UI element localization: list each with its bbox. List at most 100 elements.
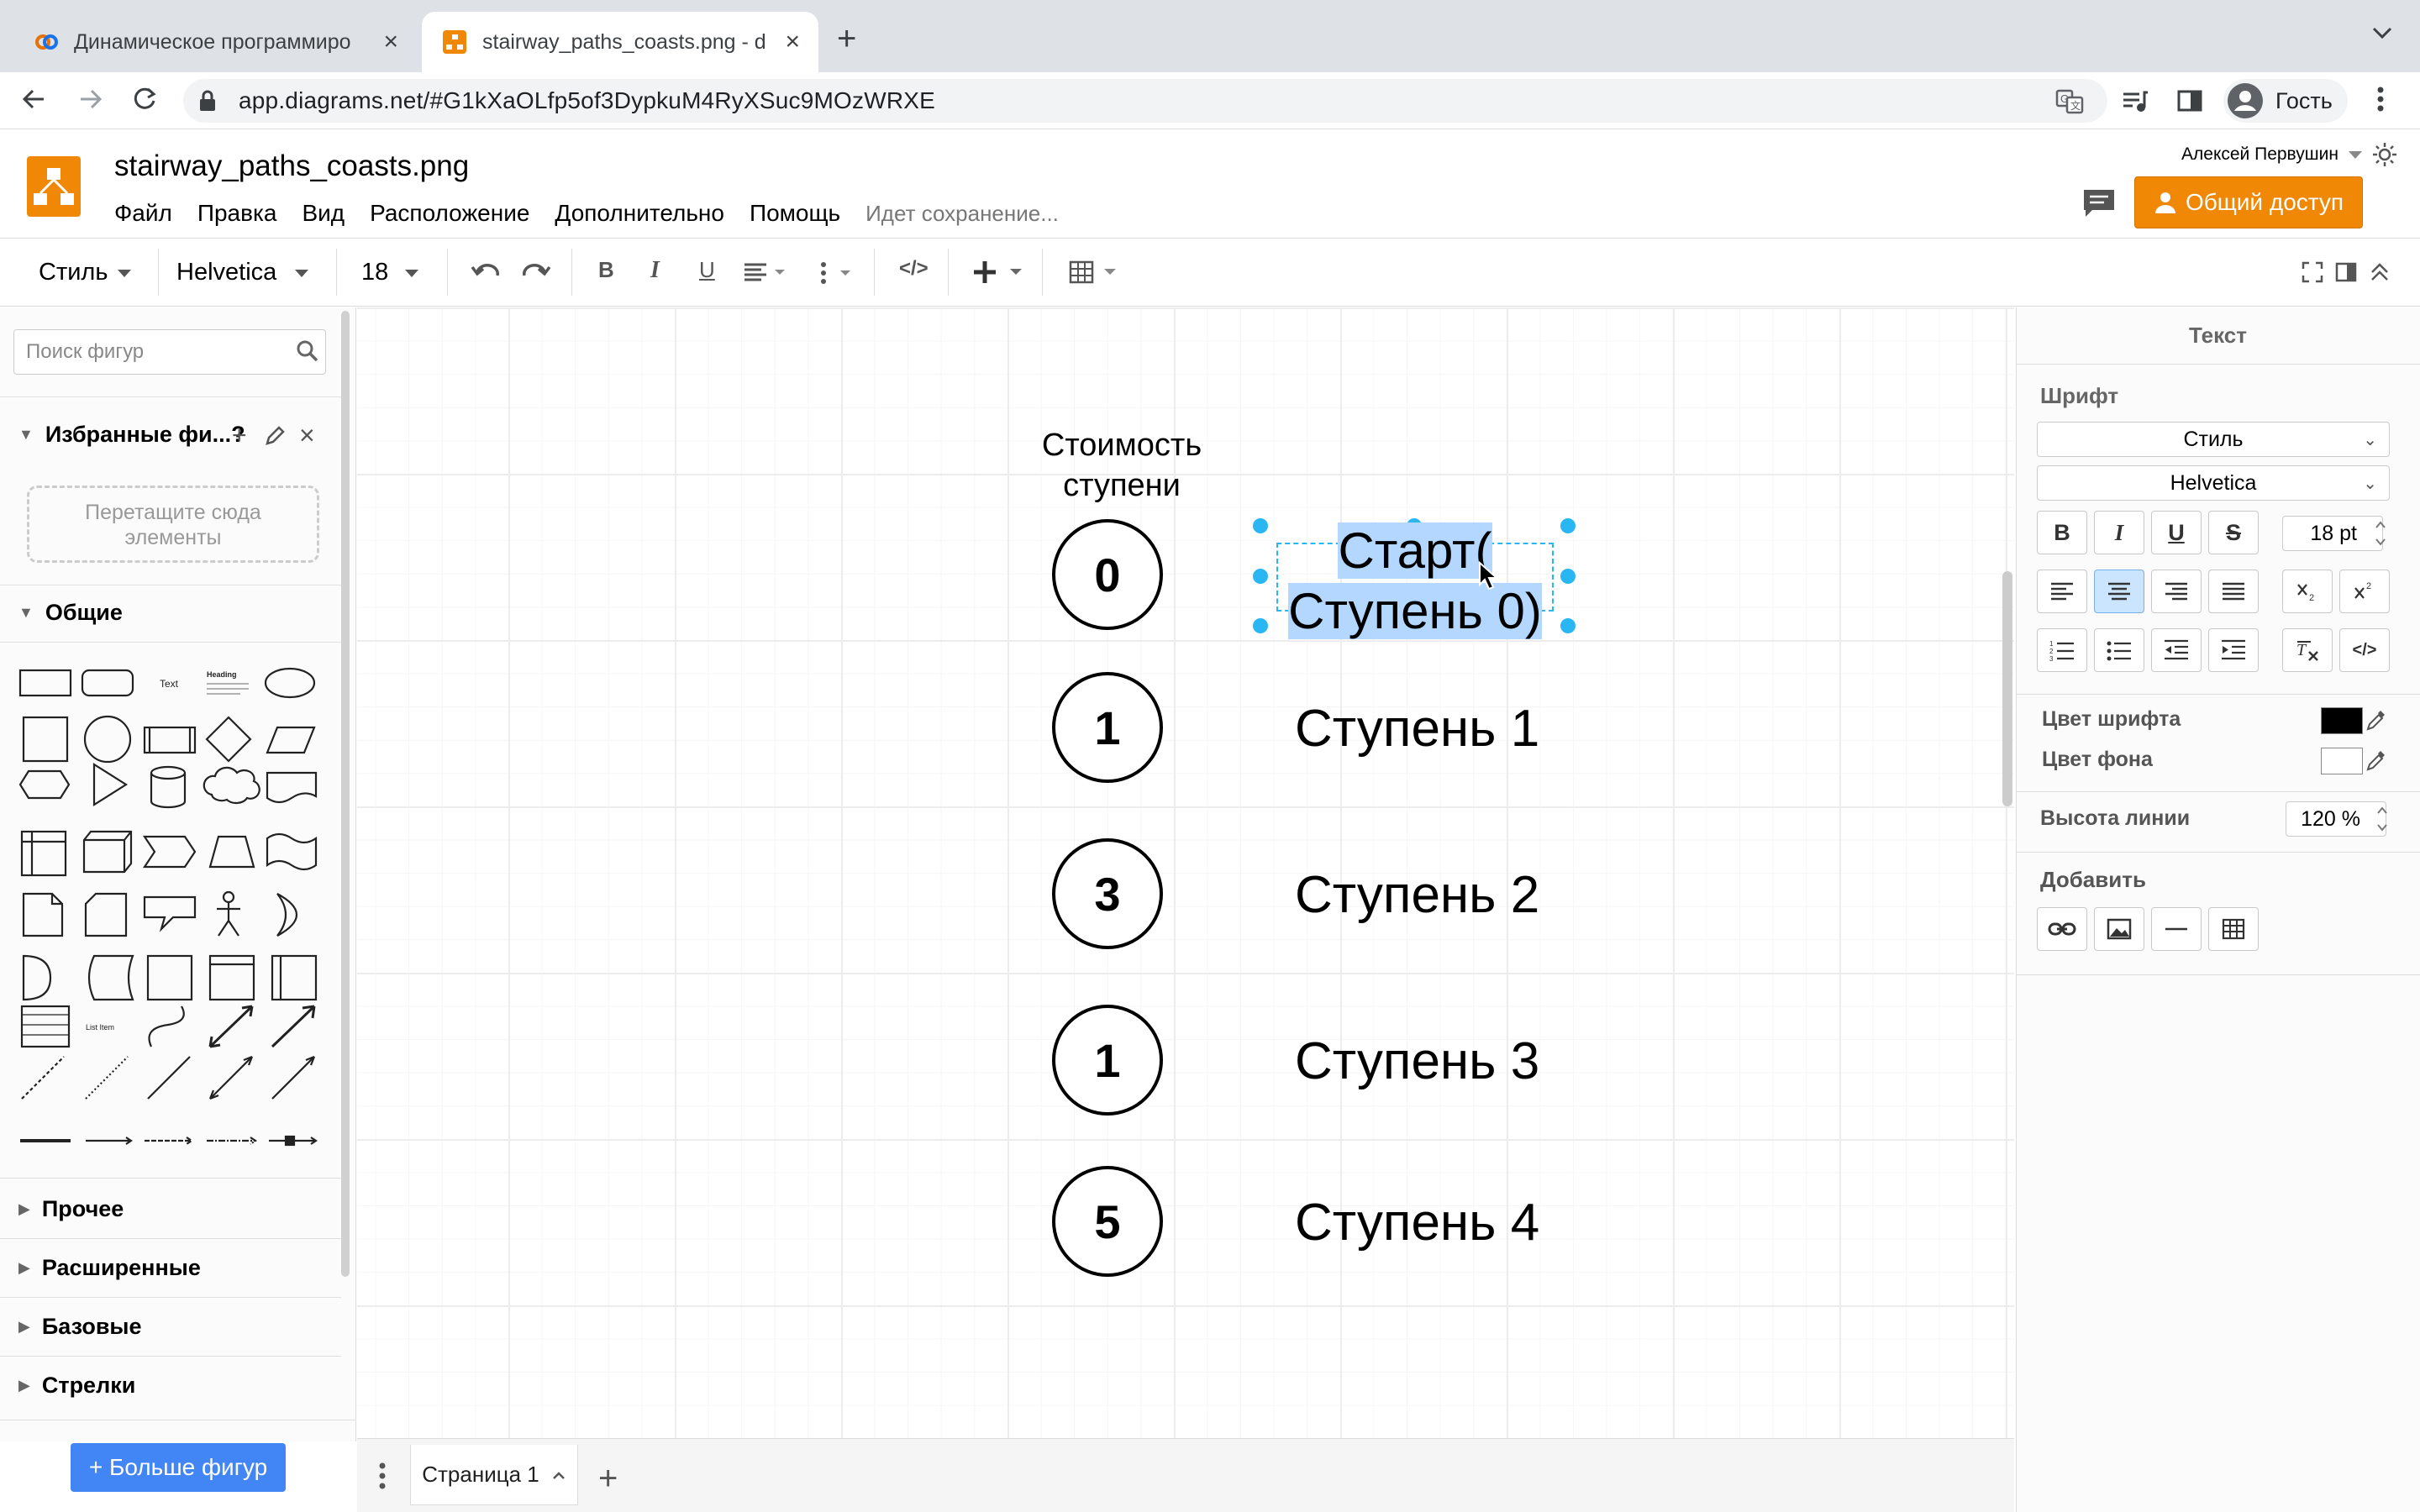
cost-circle[interactable]: 3 [1052,838,1163,949]
rounded-rectangle-shape-icon[interactable] [81,669,134,697]
line-shape-icon[interactable] [147,1056,191,1100]
bidirectional-connector-shape-icon[interactable] [208,1055,254,1100]
container-shape-icon[interactable] [146,954,193,1001]
data-storage-shape-icon[interactable] [87,954,134,1001]
arrows-section-header[interactable]: ▶ Стрелки [18,1373,135,1399]
page-tab[interactable]: Страница 1 [410,1445,578,1505]
note-shape-icon[interactable] [22,892,64,937]
search-icon[interactable] [296,339,319,363]
strikethrough-toggle[interactable]: S [2208,511,2259,554]
connector-label-shape-icon[interactable] [145,1137,193,1145]
step-label[interactable]: Ступень 3 [1295,1032,1539,1091]
menu-view[interactable]: Вид [302,200,345,227]
media-control-icon[interactable] [2121,87,2149,116]
cost-circle[interactable]: 0 [1052,519,1163,630]
line-height-input[interactable]: 120 % [2286,801,2386,837]
step-label[interactable]: Ступень 1 [1295,699,1539,759]
delay-shape-icon[interactable] [22,954,52,1001]
misc-section-header[interactable]: ▶ Прочее [18,1196,124,1222]
menu-file[interactable]: Файл [114,200,172,227]
bold-icon[interactable]: B [598,257,614,283]
underline-icon[interactable]: U [699,257,715,283]
step-label[interactable]: Ступень 2 [1295,865,1539,925]
numbered-list-button[interactable]: 123 [2037,628,2087,672]
cost-circle[interactable]: 1 [1052,672,1163,783]
align-left-button[interactable] [2037,570,2087,613]
insert-link-button[interactable] [2037,907,2087,951]
list-item-shape-icon[interactable]: List Item [86,1023,114,1032]
italic-toggle[interactable]: I [2094,511,2144,554]
theme-sun-icon[interactable] [2371,141,2398,168]
undo-icon[interactable] [471,260,501,284]
diagram-canvas[interactable]: Стоимость ступени 0 1 3 1 5 Старт( Ступе… [357,307,2014,1438]
card-shape-icon[interactable] [84,892,128,937]
lock-icon[interactable] [198,89,217,113]
font-dropdown[interactable]: Helvetica [176,259,309,286]
heading-shape-icon[interactable]: Heading [207,670,237,679]
step-label[interactable]: Ступень 4 [1295,1193,1539,1252]
swimlane-shape-icon[interactable] [208,954,255,1001]
user-name[interactable]: Алексей Первушин [2181,144,2362,165]
canvas-vertical-scrollbar[interactable] [2002,571,2012,806]
shape-palette[interactable]: Text Heading List Item [17,659,319,1154]
line-height-stepper-icon[interactable] [2375,801,2390,837]
format-panel-toggle-icon[interactable] [2334,260,2358,284]
side-panel-icon[interactable] [2176,87,2203,114]
collapse-toolbar-icon[interactable] [2368,260,2391,284]
favorites-section-header[interactable]: ▼ Избранные фи...? [18,422,245,448]
color-picker-icon[interactable] [2365,709,2386,732]
hexagon-shape-icon[interactable] [18,769,71,800]
trapezoid-shape-icon[interactable] [208,835,255,869]
cylinder-shape-icon[interactable] [150,765,187,809]
selected-text-shape[interactable]: Старт( Ступень 0) [1260,521,1570,642]
dashed-line-shape-icon[interactable] [21,1056,65,1100]
tab-list-chevron-icon[interactable] [2371,25,2393,40]
curve-shape-icon[interactable] [148,1005,185,1047]
bidirectional-arrow-shape-icon[interactable] [208,1005,254,1048]
triangle-shape-icon[interactable] [92,763,129,806]
step-shape-icon[interactable] [142,835,197,869]
vertical-align-dropdown[interactable] [815,260,862,286]
new-tab-icon[interactable]: + [837,20,856,58]
tape-shape-icon[interactable] [266,832,318,871]
insert-horizontal-rule-button[interactable] [2151,907,2202,951]
style-dropdown[interactable]: Стиль [39,259,132,286]
font-color-swatch[interactable] [2321,707,2363,734]
document-shape-icon[interactable] [266,771,318,804]
favorites-drop-zone[interactable]: Перетащите сюда элементы [27,486,319,563]
translate-icon[interactable]: G文 [2055,87,2084,116]
close-tab-icon[interactable]: × [383,28,398,56]
cloud-shape-icon[interactable] [203,766,260,805]
html-code-icon[interactable]: </> [899,257,929,281]
browser-menu-icon[interactable] [2375,84,2386,114]
connector-shape-icon[interactable] [86,1137,133,1145]
ellipse-shape-icon[interactable] [264,667,316,699]
browser-tab-1[interactable]: Динамическое программиро × [13,12,417,72]
connector-multi-label-shape-icon[interactable] [207,1137,257,1145]
profile-button[interactable]: Гость [2223,79,2348,123]
menu-arrange[interactable]: Расположение [370,200,529,227]
vertical-swimlane-shape-icon[interactable] [271,954,318,1001]
drawio-logo-icon[interactable] [27,156,81,217]
add-page-icon[interactable]: + [598,1460,618,1498]
advanced-section-header[interactable]: ▶ Расширенные [18,1255,201,1281]
redo-icon[interactable] [521,260,551,284]
reload-icon[interactable] [129,84,160,114]
color-picker-icon[interactable] [2365,749,2386,773]
close-tab-icon[interactable]: × [785,28,800,56]
align-right-button[interactable] [2151,570,2202,613]
background-color-swatch[interactable] [2321,748,2363,774]
align-dropdown[interactable] [743,262,790,282]
document-title[interactable]: stairway_paths_coasts.png [114,150,469,183]
text-shape-icon[interactable]: Text [160,678,179,690]
outdent-button[interactable] [2151,628,2202,672]
back-icon[interactable] [18,84,49,114]
share-button[interactable]: Общий доступ [2134,176,2363,228]
basic-section-header[interactable]: ▶ Базовые [18,1314,142,1340]
dotted-line-shape-icon[interactable] [85,1056,129,1100]
list-shape-icon[interactable] [20,1005,71,1048]
subscript-button[interactable]: 2 [2282,570,2333,613]
forward-icon[interactable] [76,84,106,114]
parallelogram-shape-icon[interactable] [266,726,316,754]
html-toggle-button[interactable]: </> [2339,628,2390,672]
